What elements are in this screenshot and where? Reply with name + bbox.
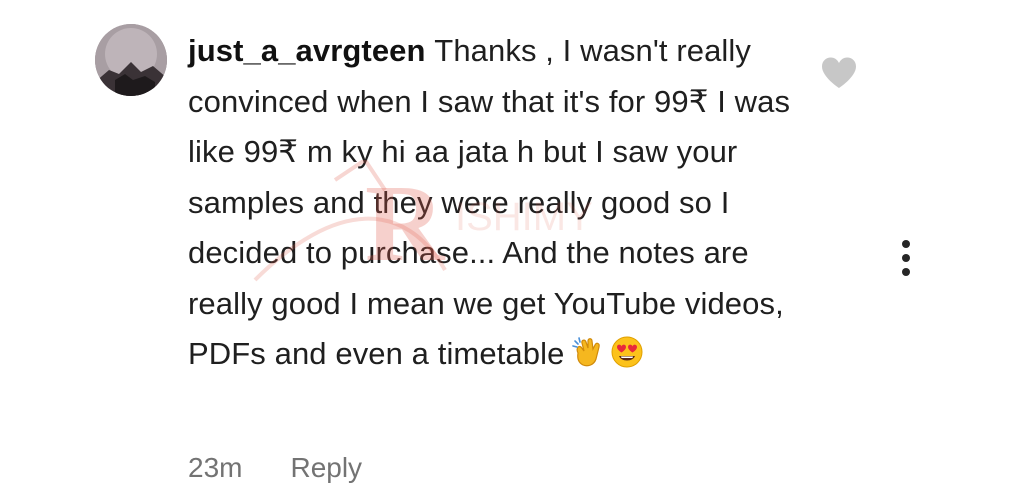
heart-eyes-emoji-icon: [610, 335, 644, 369]
clapping-hands-emoji-icon: [570, 335, 604, 369]
avatar[interactable]: [95, 24, 167, 96]
heart-icon: [822, 57, 856, 88]
more-vertical-icon: [902, 240, 910, 248]
comment-text: Thanks , I wasn't really convinced when …: [188, 33, 791, 371]
more-vertical-icon-dot: [902, 268, 910, 276]
username[interactable]: just_a_avrgteen: [188, 33, 434, 68]
comment-meta: 23m Reply: [188, 452, 362, 484]
comment-body: just_a_avrgteen Thanks , I wasn't really…: [188, 26, 808, 380]
timestamp: 23m: [188, 452, 243, 483]
more-vertical-icon-dot: [902, 254, 910, 262]
like-button[interactable]: [820, 56, 858, 90]
comment-item: just_a_avrgteen Thanks , I wasn't really…: [0, 0, 1024, 498]
more-options-button[interactable]: [892, 236, 920, 280]
avatar-image: [95, 24, 167, 96]
reply-button[interactable]: Reply: [290, 452, 362, 484]
